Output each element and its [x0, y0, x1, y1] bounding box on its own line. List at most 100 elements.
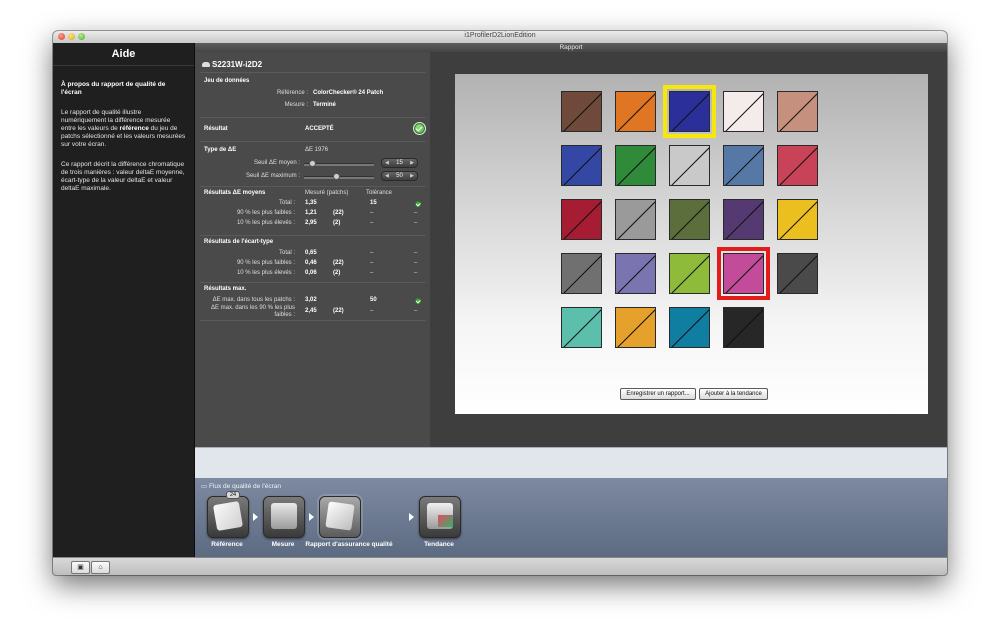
trend-icon	[427, 503, 453, 529]
max-threshold-label: Seuil ΔE maximum :	[245, 173, 300, 179]
increment-icon[interactable]: ▶	[410, 172, 414, 180]
row-patches: (2)	[333, 270, 341, 276]
step-measure[interactable]	[263, 496, 305, 538]
row-patches: (22)	[333, 308, 344, 314]
increment-icon[interactable]: ▶	[410, 159, 414, 167]
color-patch[interactable]	[615, 307, 656, 348]
avg-threshold-stepper[interactable]: ◀ 15 ▶	[381, 158, 418, 168]
results-panel: S2231W-i2D2 Jeu de données Référence : C…	[195, 52, 430, 447]
monitor-icon	[271, 503, 297, 529]
decrement-icon[interactable]: ◀	[385, 159, 389, 167]
color-patch[interactable]	[669, 253, 710, 294]
color-patch[interactable]	[723, 91, 764, 132]
patch-diagonal	[779, 201, 817, 239]
row-label: 10 % les plus élevés :	[236, 220, 295, 226]
step-reference[interactable]: 24	[207, 491, 249, 538]
step-qa-report[interactable]	[319, 496, 361, 538]
display-icon: ▭	[201, 483, 208, 490]
average-results-title: Résultats ΔE moyens	[204, 190, 266, 196]
color-patch[interactable]	[669, 199, 710, 240]
max-threshold-value: 50	[396, 173, 403, 179]
patch-diagonal	[671, 201, 709, 239]
avg-threshold-slider-knob[interactable]	[309, 160, 316, 167]
result-section: Résultat ACCEPTÉ	[200, 117, 426, 140]
row-label: Total :	[278, 200, 295, 206]
help-text-bold: référence	[119, 125, 149, 132]
patch-diagonal	[617, 201, 655, 239]
col-measured-header: Mesuré (patchs)	[305, 190, 349, 196]
color-patch[interactable]	[717, 247, 770, 300]
row-tolerance: –	[370, 308, 374, 314]
color-patch[interactable]	[669, 307, 710, 348]
add-to-trend-button[interactable]: Ajouter à la tendance	[699, 388, 768, 400]
row-status: –	[414, 260, 418, 266]
step-label-reference: Référence	[211, 541, 243, 548]
patch-diagonal	[725, 93, 763, 131]
row-label: Total :	[278, 250, 295, 256]
row-tolerance: –	[370, 210, 374, 216]
row-value: 0,06	[305, 270, 317, 276]
row-label: ΔE max. dans tous les patchs :	[212, 297, 295, 303]
color-patch[interactable]	[777, 253, 818, 294]
avg-threshold-value: 15	[396, 160, 403, 166]
color-patch[interactable]	[723, 307, 764, 348]
row-status: –	[414, 250, 418, 256]
measure-label: Mesure :	[284, 102, 308, 108]
color-patch[interactable]	[561, 307, 602, 348]
home-icon[interactable]: ⌂	[91, 561, 110, 574]
color-patch[interactable]	[777, 199, 818, 240]
max-threshold-stepper[interactable]: ◀ 50 ▶	[381, 171, 418, 181]
help-paragraph-2: Ce rapport décrit la différence chromati…	[61, 161, 185, 192]
color-patch[interactable]	[561, 199, 602, 240]
color-patch[interactable]	[663, 85, 716, 138]
patch-diagonal	[725, 309, 763, 347]
delta-type-label: Type de ΔE	[204, 147, 237, 153]
trend-chart-icon	[438, 515, 453, 527]
row-patches: (22)	[333, 260, 344, 266]
color-patch[interactable]	[723, 199, 764, 240]
pass-check-icon	[415, 201, 421, 207]
help-panel: Aide À propos du rapport de qualité de l…	[53, 43, 195, 557]
help-heading: À propos du rapport de qualité de l'écra…	[61, 81, 166, 96]
patch-diagonal	[563, 93, 601, 131]
patch-diagonal	[779, 255, 817, 293]
patch-diagonal	[617, 93, 655, 131]
save-report-button[interactable]: Enregistrer un rapport...	[620, 388, 696, 400]
color-patch[interactable]	[615, 199, 656, 240]
patch-diagonal	[617, 309, 655, 347]
color-patch[interactable]	[615, 145, 656, 186]
report-header: Rapport	[195, 43, 947, 52]
row-label: 90 % les plus faibles :	[236, 210, 295, 216]
patch-diagonal	[725, 201, 763, 239]
result-label: Résultat	[204, 126, 228, 132]
color-patch[interactable]	[561, 91, 602, 132]
device-name: S2231W-i2D2	[212, 60, 263, 69]
patch-diagonal	[671, 147, 709, 185]
max-threshold-slider-knob[interactable]	[333, 173, 340, 180]
decrement-icon[interactable]: ◀	[385, 172, 389, 180]
patch-diagonal	[779, 147, 817, 185]
color-patch[interactable]	[777, 145, 818, 186]
pass-check-icon	[415, 298, 421, 304]
step-trend[interactable]	[419, 496, 461, 538]
row-tolerance: –	[370, 250, 374, 256]
step-label-qa-report: Rapport d'assurance qualité	[305, 541, 393, 548]
workflow-title-text: Flux de qualité de l'écran	[208, 483, 282, 490]
row-value: 1,21	[305, 210, 317, 216]
fullscreen-icon[interactable]: ▣	[71, 561, 90, 574]
dataset-section: Jeu de données Référence : ColorChecker®…	[200, 72, 426, 117]
color-patch[interactable]	[777, 91, 818, 132]
row-label: 10 % les plus élevés :	[236, 270, 295, 276]
patch-diagonal	[779, 93, 817, 131]
color-patch[interactable]	[561, 253, 602, 294]
row-status: –	[414, 308, 418, 314]
color-patch[interactable]	[615, 253, 656, 294]
reference-label: Référence :	[276, 90, 308, 96]
color-patch[interactable]	[723, 145, 764, 186]
color-patch[interactable]	[561, 145, 602, 186]
row-value: 2,95	[305, 220, 317, 226]
color-patch[interactable]	[615, 91, 656, 132]
row-tolerance: –	[370, 220, 374, 226]
row-tolerance: –	[370, 270, 374, 276]
color-patch[interactable]	[669, 145, 710, 186]
